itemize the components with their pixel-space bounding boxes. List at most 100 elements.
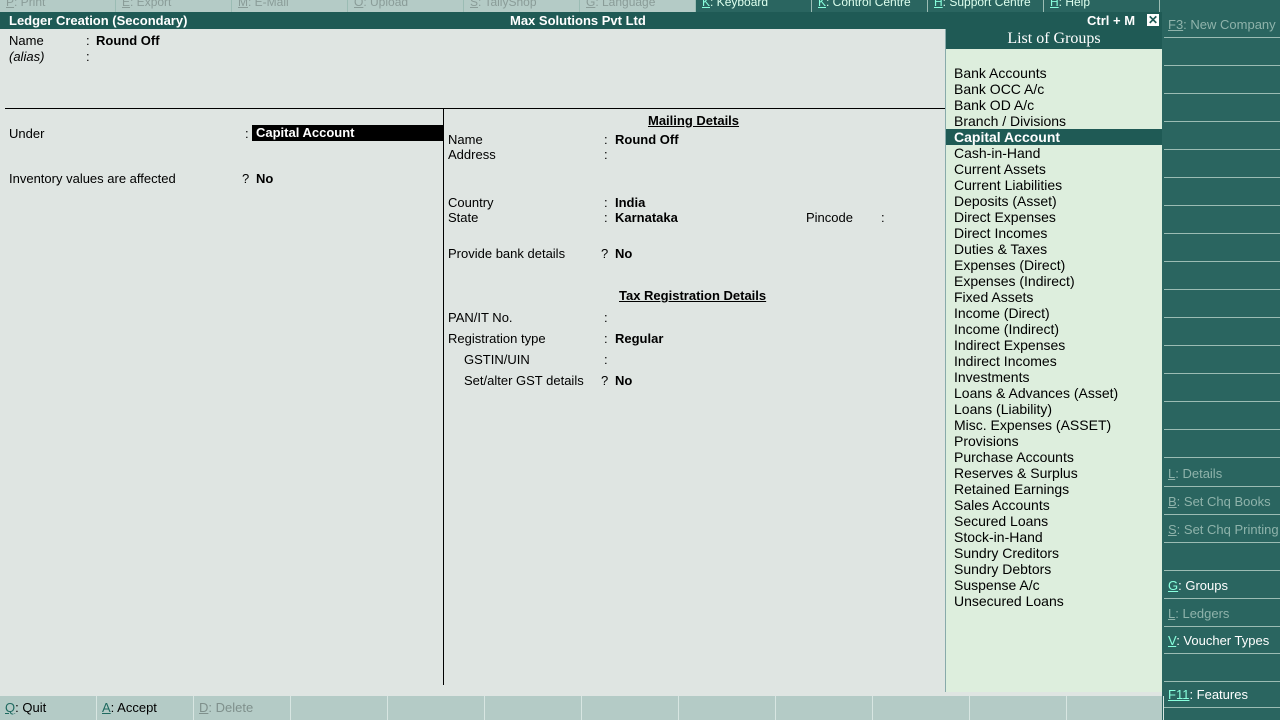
group-list-item[interactable]: Direct Incomes bbox=[946, 225, 1162, 241]
group-list-item[interactable]: Loans & Advances (Asset) bbox=[946, 385, 1162, 401]
menu-label: : Support Centre bbox=[942, 0, 1031, 9]
group-list-item[interactable]: Sales Accounts bbox=[946, 497, 1162, 513]
company-name: Max Solutions Pvt Ltd bbox=[510, 13, 646, 28]
menu-email[interactable]: M: E-Mail bbox=[232, 0, 348, 12]
button-key: S bbox=[1168, 522, 1177, 537]
gstin-label: GSTIN/UIN bbox=[464, 352, 530, 367]
group-list-item[interactable]: Fixed Assets bbox=[946, 289, 1162, 305]
group-list-item[interactable]: Purchase Accounts bbox=[946, 449, 1162, 465]
set-chq-printing-button[interactable]: S: Set Chq Printing bbox=[1164, 517, 1280, 543]
group-list-item[interactable]: Reserves & Surplus bbox=[946, 465, 1162, 481]
accept-button[interactable]: A: Accept bbox=[97, 696, 194, 720]
group-list-item[interactable]: Retained Earnings bbox=[946, 481, 1162, 497]
mailing-name-field[interactable]: Round Off bbox=[615, 132, 679, 147]
group-list-item[interactable]: Sundry Creditors bbox=[946, 545, 1162, 561]
blank-button bbox=[1164, 236, 1280, 262]
group-list-item[interactable]: Current Liabilities bbox=[946, 177, 1162, 193]
pincode-label: Pincode bbox=[806, 210, 853, 225]
set-chq-books-button[interactable]: B: Set Chq Books bbox=[1164, 489, 1280, 515]
menu-tallyshop[interactable]: S: TallyShop bbox=[464, 0, 580, 12]
menu-help[interactable]: H: Help bbox=[1044, 0, 1160, 12]
pan-label: PAN/IT No. bbox=[448, 310, 513, 325]
menu-support-centre[interactable]: H: Support Centre bbox=[928, 0, 1044, 12]
menu-label: : Print bbox=[14, 0, 46, 9]
group-list-item[interactable]: Income (Indirect) bbox=[946, 321, 1162, 337]
group-list-item[interactable]: Income (Direct) bbox=[946, 305, 1162, 321]
menu-keyboard[interactable]: K: Keyboard bbox=[696, 0, 812, 12]
group-list-item[interactable]: Suspense A/c bbox=[946, 577, 1162, 593]
blank-button bbox=[1164, 320, 1280, 346]
menu-key: S bbox=[470, 0, 479, 9]
quit-button[interactable]: Q: Quit bbox=[0, 696, 97, 720]
country-field[interactable]: India bbox=[615, 195, 645, 210]
group-list-item[interactable]: Loans (Liability) bbox=[946, 401, 1162, 417]
voucher-types-button[interactable]: V: Voucher Types bbox=[1164, 628, 1280, 654]
mailing-details-title: Mailing Details bbox=[648, 113, 740, 128]
group-list-item[interactable]: Deposits (Asset) bbox=[946, 193, 1162, 209]
close-icon[interactable]: ✕ bbox=[1146, 13, 1160, 27]
menu-upload[interactable]: O: Upload bbox=[348, 0, 464, 12]
group-list-item[interactable]: Investments bbox=[946, 369, 1162, 385]
blank-button bbox=[1164, 96, 1280, 122]
menu-print[interactable]: P: Print bbox=[0, 0, 116, 12]
group-list-item[interactable]: Secured Loans bbox=[946, 513, 1162, 529]
menu-control-centre[interactable]: K: Control Centre bbox=[812, 0, 928, 12]
blank-button bbox=[291, 696, 388, 720]
blank-button bbox=[1164, 656, 1280, 682]
inventory-field[interactable]: No bbox=[256, 171, 273, 186]
group-list-item[interactable]: Bank OD A/c bbox=[946, 97, 1162, 113]
group-list-item[interactable]: Branch / Divisions bbox=[946, 113, 1162, 129]
group-list-item[interactable]: Expenses (Indirect) bbox=[946, 273, 1162, 289]
group-list-item[interactable]: Direct Expenses bbox=[946, 209, 1162, 225]
list-of-groups-panel: List of Groups Bank Accounts Bank OCC A/c… bbox=[945, 29, 1162, 692]
group-list-item[interactable]: Misc. Expenses (ASSET) bbox=[946, 417, 1162, 433]
new-company-button[interactable]: F3: New Company bbox=[1164, 12, 1280, 38]
groups-list: Bank Accounts Bank OCC A/c Bank OD A/c Bran… bbox=[946, 65, 1162, 609]
menu-label: : Upload bbox=[363, 0, 409, 9]
bank-details-field[interactable]: No bbox=[615, 246, 632, 261]
ledgers-button[interactable]: L: Ledgers bbox=[1164, 601, 1280, 627]
groups-button[interactable]: G: Groups bbox=[1164, 573, 1280, 599]
state-field[interactable]: Karnataka bbox=[615, 210, 678, 225]
group-list-item[interactable]: Capital Account bbox=[946, 129, 1162, 145]
group-list-item[interactable]: Unsecured Loans bbox=[946, 593, 1162, 609]
blank-button bbox=[1164, 208, 1280, 234]
button-key: D bbox=[199, 700, 209, 715]
group-list-item[interactable]: Cash-in-Hand bbox=[946, 145, 1162, 161]
menu-export[interactable]: E: Export bbox=[116, 0, 232, 12]
name-field[interactable]: Round Off bbox=[96, 33, 160, 48]
menu-language[interactable]: G: Language bbox=[580, 0, 696, 12]
group-list-item[interactable]: Bank Accounts bbox=[946, 65, 1162, 81]
inventory-label: Inventory values are affected bbox=[9, 171, 176, 186]
gst-details-field[interactable]: No bbox=[615, 373, 632, 388]
alias-colon: : bbox=[86, 49, 90, 64]
group-list-item[interactable]: Duties & Taxes bbox=[946, 241, 1162, 257]
button-label: : Set Chq Books bbox=[1176, 494, 1271, 509]
group-list-item[interactable]: Sundry Debtors bbox=[946, 561, 1162, 577]
features-button[interactable]: F11: Features bbox=[1164, 682, 1280, 708]
mailing-name-label: Name bbox=[448, 132, 483, 147]
registration-type-field[interactable]: Regular bbox=[615, 331, 663, 346]
button-key: G bbox=[1168, 578, 1179, 593]
shortcut-hint: Ctrl + M bbox=[1087, 13, 1136, 28]
address-colon: : bbox=[604, 147, 608, 162]
group-list-item[interactable]: Provisions bbox=[946, 433, 1162, 449]
delete-button[interactable]: D: Delete bbox=[194, 696, 291, 720]
button-key: B bbox=[1168, 494, 1177, 509]
under-field[interactable]: Capital Account bbox=[252, 125, 443, 141]
group-list-item[interactable]: Indirect Expenses bbox=[946, 337, 1162, 353]
group-list-item[interactable]: Bank OCC A/c bbox=[946, 81, 1162, 97]
divider-vertical bbox=[443, 108, 444, 685]
details-button[interactable]: L: Details bbox=[1164, 461, 1280, 487]
blank-button bbox=[1164, 264, 1280, 290]
group-list-item[interactable]: Indirect Incomes bbox=[946, 353, 1162, 369]
group-list-item[interactable]: Current Assets bbox=[946, 161, 1162, 177]
menu-key: P bbox=[6, 0, 15, 9]
pincode-colon: : bbox=[881, 210, 885, 225]
group-list-item[interactable]: Stock-in-Hand bbox=[946, 529, 1162, 545]
group-list-item[interactable]: Expenses (Direct) bbox=[946, 257, 1162, 273]
country-label: Country bbox=[448, 195, 494, 210]
button-key: F11 bbox=[1168, 687, 1190, 702]
menu-label: : Help bbox=[1058, 0, 1091, 9]
button-key: A bbox=[102, 700, 111, 715]
